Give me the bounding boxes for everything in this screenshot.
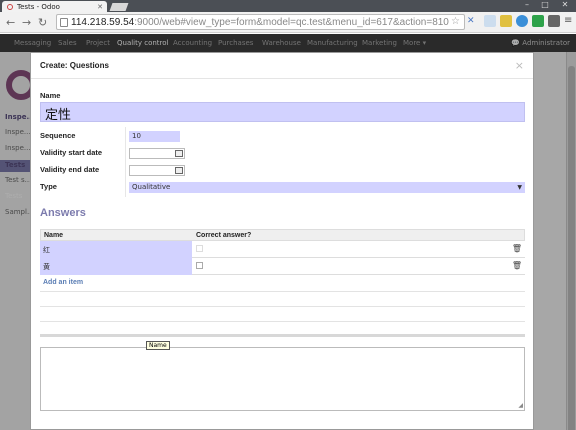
correct-answer-checkbox[interactable]: [196, 262, 203, 269]
answer-name-cell[interactable]: 黄: [40, 258, 192, 275]
table-row-empty: [40, 291, 525, 292]
resize-handle-icon[interactable]: ◢: [518, 402, 523, 409]
new-tab-button[interactable]: [109, 3, 129, 11]
modal-title: Create: Questions: [40, 61, 109, 70]
tab-close-icon[interactable]: ✕: [97, 3, 103, 11]
reload-icon[interactable]: ↻: [38, 16, 47, 29]
chevron-down-icon: ▼: [517, 184, 522, 191]
type-select[interactable]: Qualitative ▼: [129, 182, 525, 193]
trash-icon[interactable]: 🗑: [512, 261, 522, 270]
odoo-favicon-icon: [7, 3, 13, 10]
column-header-correct[interactable]: Correct answer?: [196, 232, 251, 239]
notes-textarea[interactable]: ◢: [40, 347, 525, 411]
trash-icon[interactable]: 🗑: [512, 244, 522, 253]
table-header: Name Correct answer?: [40, 229, 525, 241]
table-row-empty: [40, 306, 525, 307]
extension-icon[interactable]: [532, 15, 544, 27]
page-icon: [60, 18, 68, 27]
validity-start-label: Validity start date: [40, 148, 103, 157]
forward-icon[interactable]: →: [22, 16, 31, 29]
close-icon[interactable]: ×: [515, 59, 524, 72]
validity-start-input[interactable]: [129, 148, 185, 159]
address-bar[interactable]: 114.218.59.54:9000/web#view_type=form&mo…: [56, 14, 465, 30]
url-path: :9000/web#view_type=form&model=qc.test&m…: [134, 17, 449, 28]
maximize-icon[interactable]: □: [538, 0, 552, 9]
calendar-icon[interactable]: [175, 167, 183, 174]
validity-end-label: Validity end date: [40, 165, 100, 174]
answer-name-cell[interactable]: 红: [40, 241, 192, 258]
divider: [125, 127, 126, 197]
table-row-empty: [40, 321, 525, 322]
browser-tab[interactable]: Tests - Odoo ✕: [2, 1, 107, 12]
tab-title: Tests - Odoo: [17, 2, 60, 11]
validity-end-input[interactable]: [129, 165, 185, 176]
type-label: Type: [40, 182, 57, 191]
bookmark-star-icon[interactable]: ☆: [451, 16, 460, 27]
answers-section-title: Answers: [40, 207, 86, 219]
table-footer: [40, 334, 525, 337]
answers-table: Name Correct answer? 红 🗑 黄 🗑: [40, 229, 525, 275]
name-label: Name: [40, 91, 61, 100]
type-value: Qualitative: [132, 183, 171, 191]
create-questions-dialog: Create: Questions × Name 定性 Sequence 10 …: [30, 52, 534, 430]
back-icon[interactable]: ←: [6, 16, 15, 29]
table-row[interactable]: 红 🗑: [40, 241, 525, 258]
translate-icon[interactable]: ✕: [467, 16, 475, 26]
sequence-input[interactable]: 10: [129, 131, 180, 142]
minimize-icon[interactable]: –: [520, 0, 534, 9]
extension-icon[interactable]: [484, 15, 496, 27]
correct-answer-checkbox[interactable]: [196, 245, 203, 252]
extension-icon[interactable]: [548, 15, 560, 27]
browser-titlebar: Tests - Odoo ✕ – □ ✕: [0, 0, 576, 12]
calendar-icon[interactable]: [175, 150, 183, 157]
extension-icon[interactable]: [516, 15, 528, 27]
extension-icon[interactable]: [500, 15, 512, 27]
menu-icon[interactable]: ≡: [564, 15, 572, 26]
sequence-label: Sequence: [40, 131, 76, 140]
name-input[interactable]: 定性: [40, 102, 525, 123]
window-close-icon[interactable]: ✕: [558, 0, 572, 9]
modal-header: Create: Questions ×: [31, 53, 533, 79]
add-item-link[interactable]: Add an item: [43, 279, 83, 286]
table-row[interactable]: 黄 🗑: [40, 258, 525, 275]
column-header-name[interactable]: Name: [44, 232, 63, 239]
url-host: 114.218.59.54: [71, 17, 135, 28]
tooltip: Name: [146, 341, 170, 350]
